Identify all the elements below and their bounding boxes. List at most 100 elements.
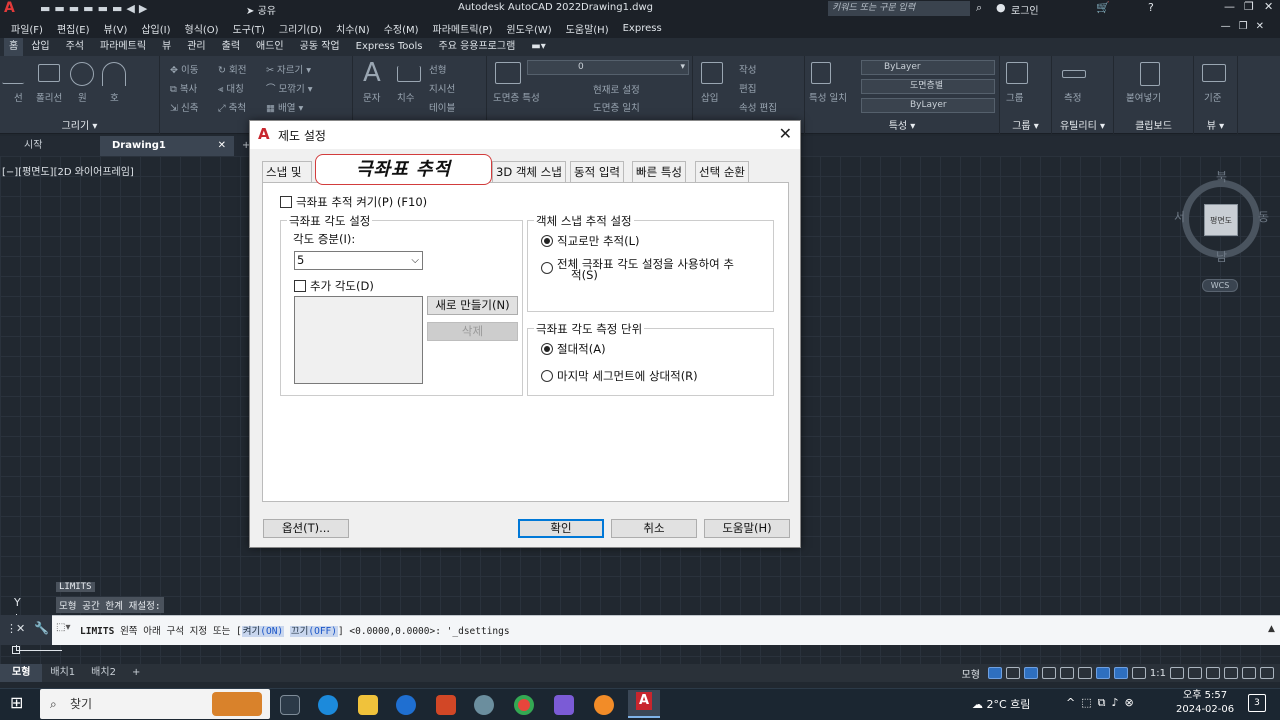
fullscreen-icon[interactable]	[1242, 667, 1256, 679]
annotation-visibility-icon[interactable]	[1113, 667, 1128, 679]
menu-tools[interactable]: 도구(T)	[226, 21, 272, 36]
paste-tool-label[interactable]: 붙여넣기	[1126, 90, 1161, 104]
model-space-button[interactable]: 모형	[958, 666, 984, 681]
tab-selection-cycling[interactable]: 선택 순환	[695, 161, 749, 183]
menu-file[interactable]: 파일(F)	[0, 21, 50, 36]
search-icon[interactable]: ⌕	[976, 1, 982, 15]
isolate-icon[interactable]	[1206, 667, 1220, 679]
option-off[interactable]: 끄기(OFF)	[289, 626, 338, 637]
weather-widget[interactable]: ☁ 2°C 흐림	[972, 696, 1030, 712]
dimension-tool-label[interactable]: 치수	[397, 90, 414, 104]
base-view-icon[interactable]	[1202, 64, 1226, 82]
paste-icon[interactable]	[1140, 62, 1160, 86]
polyline-tool-label[interactable]: 폴리선	[36, 90, 62, 104]
relative-label[interactable]: 마지막 세그먼트에 상대적(R)	[557, 368, 698, 384]
menu-help[interactable]: 도움말(H)	[559, 21, 616, 36]
object-snap-tracking-icon[interactable]	[1095, 667, 1110, 679]
measure-icon[interactable]	[1062, 70, 1086, 78]
menu-draw[interactable]: 그리기(D)	[272, 21, 329, 36]
edit-attributes-label[interactable]: 속성 편집	[739, 100, 777, 114]
user-icon[interactable]: ●	[996, 1, 1006, 14]
autocad-logo-icon[interactable]: A	[4, 0, 15, 16]
base-view-label[interactable]: 기준	[1204, 90, 1221, 104]
match-properties-icon[interactable]	[811, 62, 831, 84]
polyline-icon[interactable]	[38, 64, 60, 82]
tab-annotate[interactable]: 주석	[58, 38, 92, 56]
ortho-only-radio[interactable]	[541, 235, 553, 247]
edit-block-label[interactable]: 편집	[739, 81, 756, 95]
arc-icon[interactable]	[102, 62, 126, 86]
polar-on-checkbox[interactable]	[280, 196, 292, 208]
customize-icon[interactable]: 🔧	[34, 621, 49, 635]
app-icon[interactable]	[474, 695, 494, 715]
array-tool[interactable]: ▦ 배열 ▾	[266, 100, 303, 114]
move-tool[interactable]: ✥ 이동	[170, 62, 198, 76]
gear-icon[interactable]	[1170, 667, 1184, 679]
line-icon[interactable]	[1, 62, 37, 84]
cancel-button[interactable]: 취소	[611, 519, 697, 538]
tab-dynamic-input[interactable]: 동적 입력	[570, 161, 624, 183]
rotate-tool[interactable]: ↻ 회전	[218, 62, 246, 76]
chrome-icon[interactable]	[514, 695, 534, 715]
tab-snap-grid[interactable]: 스냅 및	[262, 161, 312, 183]
login-link[interactable]: 로그인	[1011, 2, 1039, 17]
menu-window[interactable]: 윈도우(W)	[499, 21, 558, 36]
menu-view[interactable]: 뷰(V)	[97, 21, 135, 36]
windows-start-icon[interactable]: ⊞	[10, 693, 23, 712]
close-icon[interactable]: ✕	[1264, 0, 1273, 13]
copy-tool[interactable]: ⧉ 복사	[170, 81, 197, 95]
task-view-icon[interactable]	[280, 695, 300, 715]
all-polar-label[interactable]: 전체 극좌표 각도 설정을 사용하여 추 적(S)	[557, 258, 734, 281]
menu-format[interactable]: 형식(O)	[178, 21, 226, 36]
layer-properties-label[interactable]: 도면층 특성	[493, 90, 540, 104]
search-box[interactable]: 키워드 또는 구문 입력	[828, 1, 970, 16]
autoscale-icon[interactable]	[1131, 667, 1146, 679]
additional-angles-label[interactable]: 추가 각도(D)	[310, 278, 374, 294]
dimension-icon[interactable]	[397, 66, 421, 82]
ok-button[interactable]: 확인	[518, 519, 604, 538]
close-tab-icon[interactable]: ✕	[218, 136, 226, 156]
add-layout-icon[interactable]: +	[124, 664, 148, 682]
file-explorer-icon[interactable]	[358, 695, 378, 715]
dialog-title-bar[interactable]: A 제도 설정 ✕	[250, 121, 800, 149]
tab-express-tools[interactable]: Express Tools	[348, 38, 431, 56]
share-button[interactable]: ➤ 공유	[246, 2, 276, 17]
viewport-controls[interactable]: [−][평면도][2D 와이어프레임]	[2, 163, 134, 178]
system-tray[interactable]: ^⬚⧉♪⊗	[1066, 696, 1140, 710]
menu-insert[interactable]: 삽입(I)	[134, 21, 177, 36]
autodesk-icon[interactable]	[554, 695, 574, 715]
annotation-scale[interactable]: 1:1	[1150, 668, 1166, 679]
option-on[interactable]: 켜기(ON)	[241, 626, 285, 637]
isodraft-icon[interactable]	[1077, 667, 1092, 679]
additional-angles-checkbox[interactable]	[294, 280, 306, 292]
minimize-icon[interactable]: —	[1224, 0, 1235, 13]
layout1-tab[interactable]: 배치1	[42, 664, 83, 682]
tab-insert[interactable]: 삽입	[23, 38, 57, 56]
groups-panel-title[interactable]: 그룹 ▾	[1000, 117, 1051, 132]
leader-tool-label[interactable]: 지시선	[429, 81, 455, 95]
command-input[interactable]: LIMITS 왼쪽 아래 구석 지정 또는 [켜기(ON) 끄기(OFF)] <…	[80, 623, 510, 637]
menu-express[interactable]: Express	[616, 23, 669, 34]
match-properties-label[interactable]: 특성 일치	[809, 90, 847, 104]
autocad-taskbar-icon[interactable]: A	[628, 690, 660, 718]
internet-explorer-icon[interactable]	[396, 695, 416, 715]
search-highlight-icon[interactable]	[212, 692, 262, 716]
circle-icon[interactable]	[70, 62, 94, 86]
viewcube[interactable]: 북 남 동 서 평면도	[1174, 170, 1269, 265]
clipboard-panel-title[interactable]: 클립보드	[1114, 117, 1193, 132]
text-tool-label[interactable]: 문자	[363, 90, 380, 104]
compass-south[interactable]: 남	[1216, 248, 1227, 265]
viewcube-face-top[interactable]: 평면도	[1204, 204, 1238, 236]
infer-constraints-icon[interactable]	[1023, 667, 1038, 679]
command-scroll-up-icon[interactable]: ▲	[1268, 624, 1275, 634]
trim-tool[interactable]: ✂ 자르기 ▾	[266, 62, 311, 76]
color-dropdown[interactable]: ByLayer	[861, 60, 995, 75]
all-polar-radio[interactable]	[541, 262, 553, 274]
drawing-tab[interactable]: Drawing1 ✕	[100, 136, 234, 156]
fillet-tool[interactable]: ⌒ 모깎기 ▾	[266, 81, 313, 95]
view-panel-title[interactable]: 뷰 ▾	[1194, 117, 1237, 132]
ortho-only-label[interactable]: 직교로만 추적(L)	[557, 233, 640, 249]
hardware-acceleration-icon[interactable]	[1224, 667, 1238, 679]
table-tool-label[interactable]: 테이블	[429, 100, 455, 114]
menu-modify[interactable]: 수정(M)	[377, 21, 426, 36]
